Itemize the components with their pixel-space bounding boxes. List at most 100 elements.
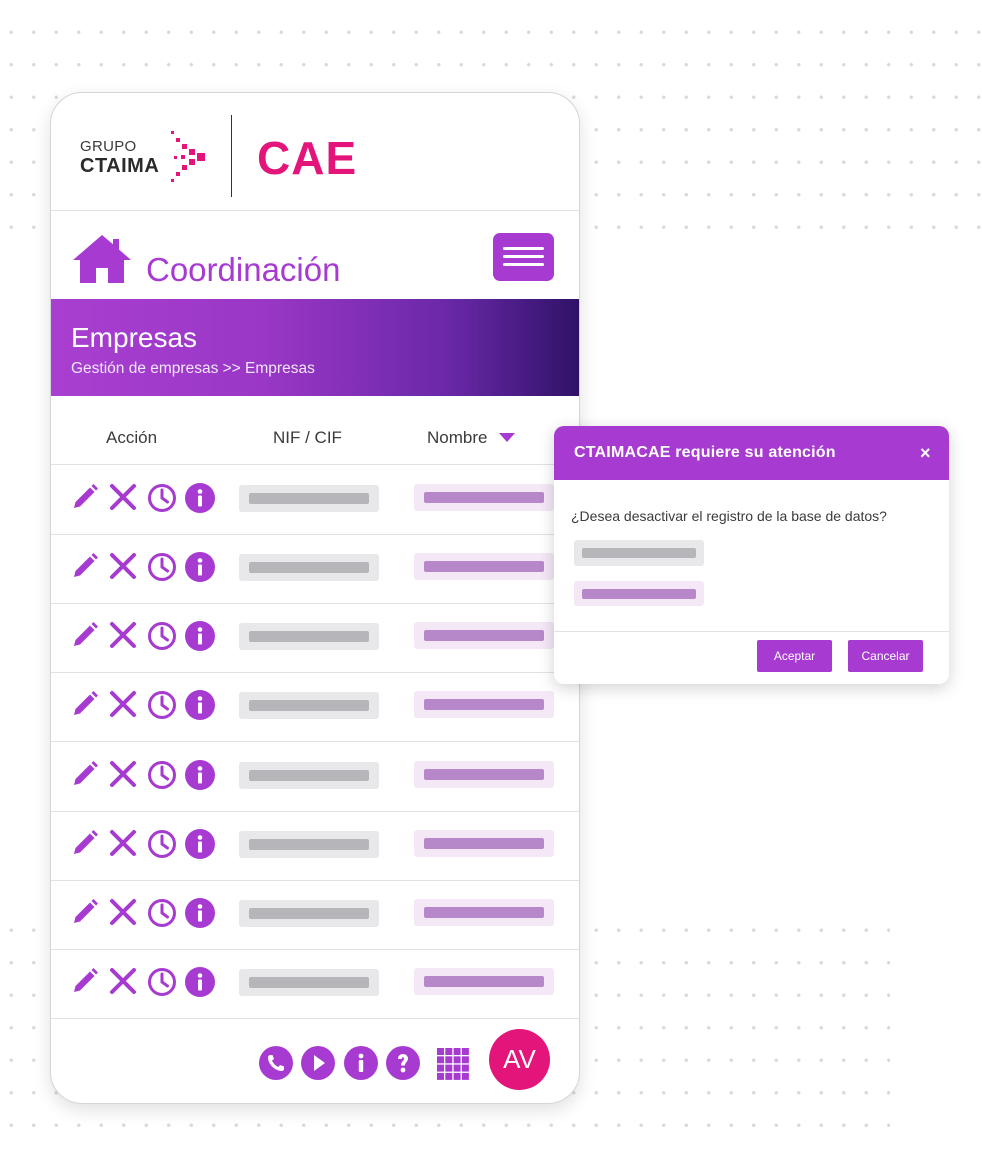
dialog-header: CTAIMACAE requiere su atención × <box>554 426 949 480</box>
table-row[interactable] <box>51 672 579 742</box>
hamburger-menu-icon <box>503 247 544 250</box>
logo-divider <box>231 115 232 197</box>
app-bar: Coordinación <box>51 211 579 299</box>
close-icon <box>110 761 136 787</box>
history-button[interactable] <box>147 898 177 933</box>
info-icon <box>185 760 215 790</box>
accept-button[interactable]: Aceptar <box>757 640 832 672</box>
app-header: GRUPO CTAIMA CAE <box>51 93 579 211</box>
column-header-accion: Acción <box>106 428 158 447</box>
close-icon <box>110 622 136 648</box>
info-icon <box>185 552 215 582</box>
info-button[interactable] <box>185 967 215 1002</box>
edit-button[interactable] <box>71 621 99 654</box>
confirmation-dialog: CTAIMACAE requiere su atención × ¿Desea … <box>554 426 949 684</box>
avatar[interactable]: AV <box>489 1029 550 1090</box>
mobile-app-frame: GRUPO CTAIMA CAE Coordinación Empresas G… <box>50 92 580 1104</box>
nombre-cell <box>414 761 554 788</box>
pencil-icon <box>74 761 98 785</box>
apps-grid-icon[interactable] <box>437 1048 469 1080</box>
pencil-icon <box>74 968 98 992</box>
nif-cell <box>239 969 379 996</box>
cancel-button[interactable]: Cancelar <box>848 640 923 672</box>
app-footer: AV <box>51 1015 579 1103</box>
clock-icon <box>148 553 176 581</box>
history-button[interactable] <box>147 829 177 864</box>
delete-button[interactable] <box>109 552 137 585</box>
nombre-cell <box>414 484 554 511</box>
pencil-icon <box>74 899 98 923</box>
phone-icon[interactable] <box>259 1046 293 1080</box>
edit-button[interactable] <box>71 483 99 516</box>
nombre-cell <box>414 968 554 995</box>
history-button[interactable] <box>147 552 177 587</box>
column-header-nombre[interactable]: Nombre <box>427 428 487 448</box>
clock-icon <box>148 622 176 650</box>
ctaima-logo-mark-icon <box>171 131 205 182</box>
info-button[interactable] <box>185 483 215 518</box>
edit-button[interactable] <box>71 690 99 723</box>
info-icon <box>185 690 215 720</box>
nombre-cell <box>414 830 554 857</box>
table-row[interactable] <box>51 880 579 950</box>
history-button[interactable] <box>147 690 177 725</box>
nif-cell <box>239 554 379 581</box>
delete-button[interactable] <box>109 483 137 516</box>
nombre-cell <box>414 622 554 649</box>
column-header-nif[interactable]: NIF / CIF <box>273 428 342 448</box>
table-row[interactable] <box>51 949 579 1019</box>
close-icon[interactable]: × <box>920 443 931 464</box>
info-button[interactable] <box>185 898 215 933</box>
info-button[interactable] <box>185 621 215 656</box>
nombre-cell <box>414 691 554 718</box>
delete-button[interactable] <box>109 898 137 931</box>
table-row[interactable] <box>51 811 579 881</box>
pencil-icon <box>74 830 98 854</box>
logo-group-text: GRUPO <box>80 138 137 155</box>
pencil-icon <box>74 553 98 577</box>
history-button[interactable] <box>147 967 177 1002</box>
edit-button[interactable] <box>71 552 99 585</box>
caret-down-icon[interactable] <box>499 433 515 443</box>
pencil-icon <box>74 691 98 715</box>
table-row[interactable] <box>51 534 579 604</box>
edit-button[interactable] <box>71 760 99 793</box>
clock-icon <box>148 484 176 512</box>
table-row[interactable] <box>51 742 579 812</box>
edit-button[interactable] <box>71 898 99 931</box>
info-button[interactable] <box>185 829 215 864</box>
close-icon <box>110 691 136 717</box>
section-title: Empresas <box>71 322 198 353</box>
play-icon[interactable] <box>301 1046 335 1080</box>
record-nif-placeholder <box>574 540 704 566</box>
dialog-message: ¿Desea desactivar el registro de la base… <box>571 508 887 524</box>
delete-button[interactable] <box>109 967 137 1000</box>
close-icon <box>110 899 136 925</box>
edit-button[interactable] <box>71 829 99 862</box>
delete-button[interactable] <box>109 829 137 862</box>
help-icon[interactable] <box>386 1046 420 1080</box>
history-button[interactable] <box>147 760 177 795</box>
breadcrumb: Gestión de empresas >> Empresas <box>71 360 315 377</box>
history-button[interactable] <box>147 621 177 656</box>
table-row[interactable] <box>51 603 579 673</box>
delete-button[interactable] <box>109 690 137 723</box>
info-button[interactable] <box>185 760 215 795</box>
table-row[interactable] <box>51 465 579 535</box>
edit-button[interactable] <box>71 967 99 1000</box>
record-name-placeholder <box>574 581 704 606</box>
history-button[interactable] <box>147 483 177 518</box>
hamburger-menu-button[interactable] <box>493 233 554 281</box>
info-button[interactable] <box>185 552 215 587</box>
delete-button[interactable] <box>109 760 137 793</box>
info-button[interactable] <box>185 690 215 725</box>
info-icon[interactable] <box>344 1046 378 1080</box>
clock-icon <box>148 899 176 927</box>
nombre-cell <box>414 899 554 926</box>
nif-cell <box>239 623 379 650</box>
delete-button[interactable] <box>109 621 137 654</box>
info-icon <box>185 483 215 513</box>
clock-icon <box>148 761 176 789</box>
info-icon <box>185 621 215 651</box>
home-icon[interactable] <box>71 233 133 285</box>
